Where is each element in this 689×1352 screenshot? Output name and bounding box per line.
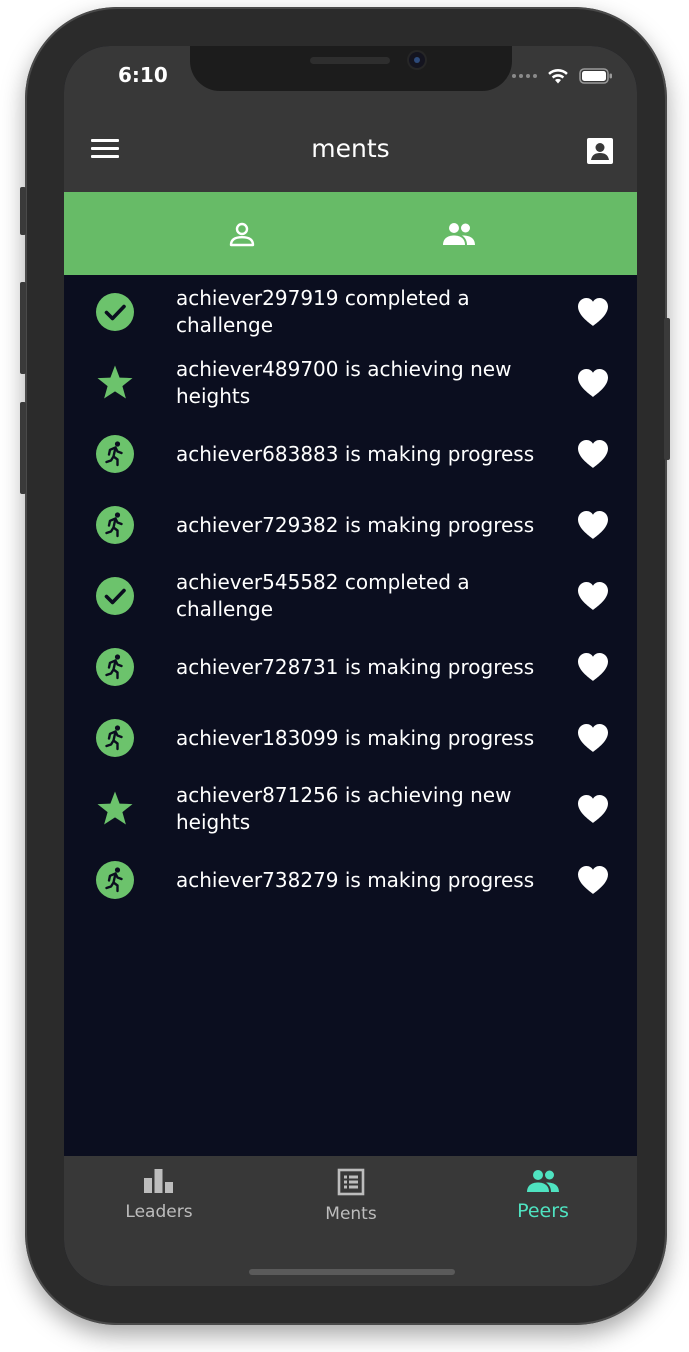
tab-peers[interactable] bbox=[399, 192, 519, 275]
volume-up-button bbox=[20, 282, 26, 374]
heart-icon[interactable] bbox=[577, 723, 609, 753]
running-person-icon bbox=[96, 861, 134, 899]
feed-item-text: achiever738279 is making progress bbox=[176, 867, 535, 892]
feed-item-text: achiever728731 is making progress bbox=[176, 654, 535, 679]
feed-item-text: achiever297919 completed a challenge bbox=[176, 286, 470, 337]
nav-label-peers: Peers bbox=[517, 1200, 569, 1222]
heart-icon[interactable] bbox=[577, 510, 609, 540]
notch bbox=[190, 46, 512, 91]
list-box-icon bbox=[337, 1168, 365, 1196]
check-circle-icon bbox=[96, 577, 134, 615]
battery-icon bbox=[579, 68, 612, 84]
status-time: 6:10 bbox=[118, 63, 168, 87]
app-header: 6:10 ments bbox=[64, 46, 637, 192]
nav-label-ments: Ments bbox=[325, 1204, 377, 1224]
running-person-icon bbox=[96, 719, 134, 757]
page-title: ments bbox=[311, 134, 390, 163]
front-camera bbox=[409, 52, 425, 68]
list-item: achiever183099 is making progress bbox=[64, 703, 637, 774]
list-item: achiever545582 completed a challenge bbox=[64, 561, 637, 632]
feed-item-text: achiever683883 is making progress bbox=[176, 441, 535, 466]
list-item: achiever683883 is making progress bbox=[64, 419, 637, 490]
account-box-icon[interactable] bbox=[586, 137, 614, 165]
check-circle-icon bbox=[96, 293, 134, 331]
people-icon bbox=[443, 222, 475, 245]
heart-icon[interactable] bbox=[577, 297, 609, 327]
person-outline-icon bbox=[229, 222, 255, 246]
heart-icon[interactable] bbox=[577, 581, 609, 611]
running-person-icon bbox=[96, 648, 134, 686]
list-item: achiever738279 is making progress bbox=[64, 845, 637, 916]
heart-icon[interactable] bbox=[577, 865, 609, 895]
power-button bbox=[664, 318, 670, 460]
running-person-icon bbox=[96, 435, 134, 473]
screen: 6:10 ments achiever297919 completed a ch… bbox=[64, 46, 637, 1286]
feed-item-text: achiever729382 is making progress bbox=[176, 512, 535, 537]
speaker-grille bbox=[310, 57, 390, 64]
people-icon bbox=[527, 1170, 559, 1192]
heart-icon[interactable] bbox=[577, 368, 609, 398]
bottom-navigation: Leaders Ments Peers bbox=[64, 1156, 637, 1286]
bar-chart-icon bbox=[144, 1169, 173, 1193]
cellular-signal-icon bbox=[512, 74, 537, 78]
list-item: achiever728731 is making progress bbox=[64, 632, 637, 703]
feed-item-text: achiever489700 is achieving new heights bbox=[176, 357, 512, 408]
nav-peers[interactable]: Peers bbox=[478, 1168, 608, 1222]
list-item: achiever489700 is achieving new heights bbox=[64, 348, 637, 419]
tab-bar bbox=[64, 192, 637, 275]
feed-item-text: achiever871256 is achieving new heights bbox=[176, 783, 512, 834]
home-indicator bbox=[249, 1269, 455, 1275]
heart-icon[interactable] bbox=[577, 439, 609, 469]
feed-item-text: achiever545582 completed a challenge bbox=[176, 570, 470, 621]
nav-leaders[interactable]: Leaders bbox=[94, 1168, 224, 1222]
running-person-icon bbox=[96, 506, 134, 544]
tab-personal[interactable] bbox=[182, 192, 302, 275]
volume-down-button bbox=[20, 402, 26, 494]
list-item: achiever297919 completed a challenge bbox=[64, 277, 637, 348]
feed-item-text: achiever183099 is making progress bbox=[176, 725, 535, 750]
list-item: achiever871256 is achieving new heights bbox=[64, 774, 637, 845]
nav-ments[interactable]: Ments bbox=[286, 1168, 416, 1224]
wifi-icon bbox=[548, 68, 568, 84]
side-button bbox=[20, 187, 26, 235]
star-icon bbox=[97, 791, 133, 825]
status-icons bbox=[512, 66, 613, 86]
heart-icon[interactable] bbox=[577, 652, 609, 682]
star-icon bbox=[97, 365, 133, 399]
list-item: achiever729382 is making progress bbox=[64, 490, 637, 561]
nav-label-leaders: Leaders bbox=[125, 1202, 193, 1222]
heart-icon[interactable] bbox=[577, 794, 609, 824]
